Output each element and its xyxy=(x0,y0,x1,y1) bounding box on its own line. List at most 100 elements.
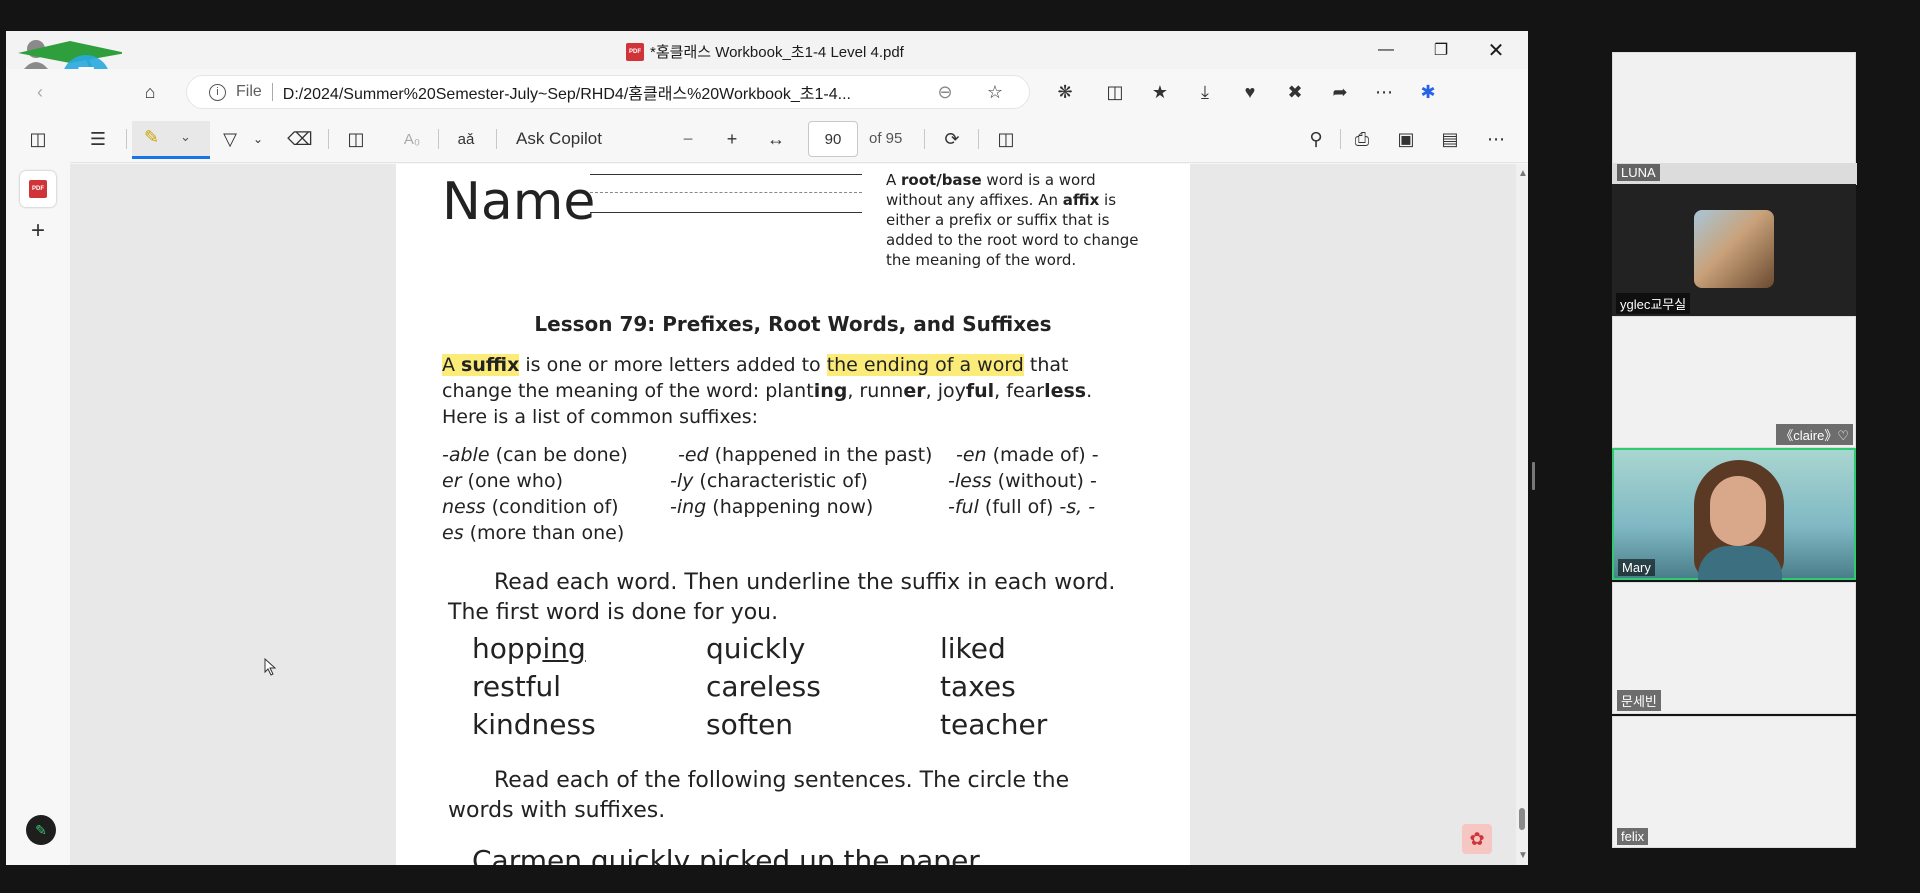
instruction-underline: Read each word. Then underline the suffi… xyxy=(448,570,1116,625)
page-view-icon[interactable]: ◫ xyxy=(992,125,1020,153)
print-icon[interactable]: ⎙ xyxy=(1348,125,1376,153)
url-bar[interactable]: i File D:/2024/Summer%20Semester-July~Se… xyxy=(186,75,1030,109)
suffix-meaning: (one who) xyxy=(461,470,563,492)
suffix-item: -ly xyxy=(670,470,694,492)
mouse-cursor-icon xyxy=(264,658,277,676)
suffix-meaning: (full of) xyxy=(978,496,1060,518)
draw-options-chevron-icon[interactable]: ⌄ xyxy=(244,125,272,153)
participant-tile[interactable]: LUNA xyxy=(1612,52,1857,185)
contents-list-icon[interactable]: ☰ xyxy=(84,125,112,153)
vertical-scrollbar[interactable]: ▲ ▼ xyxy=(1516,164,1528,865)
browser-essentials-icon[interactable]: ♥ xyxy=(1236,78,1264,106)
definition-text: A root/base word is a word without any a… xyxy=(886,170,1152,270)
text-box-icon[interactable]: ◫ xyxy=(342,125,370,153)
panel-resize-handle[interactable] xyxy=(1532,462,1535,490)
rotate-icon[interactable]: ⟳ xyxy=(938,125,966,153)
save-icon[interactable]: ▣ xyxy=(1392,125,1420,153)
name-line-dashed xyxy=(590,192,862,193)
address-bar-row: ‹ ⌂ i File D:/2024/Summer%20Semester-Jul… xyxy=(6,69,1528,115)
close-button[interactable]: ✕ xyxy=(1482,37,1510,63)
participant-video-face xyxy=(1710,476,1766,546)
extensions-icon[interactable]: ❋ xyxy=(1051,78,1079,106)
suffix-meaning: (condition of) xyxy=(485,496,619,518)
ask-copilot-button[interactable]: Ask Copilot xyxy=(516,129,602,149)
participant-tile[interactable]: 《claire》♡ xyxy=(1612,316,1856,448)
more-options-icon[interactable]: ⋯ xyxy=(1370,78,1398,106)
translate-icon[interactable]: aǎ xyxy=(452,125,480,153)
acrobat-icon[interactable]: ✿ xyxy=(1462,824,1492,854)
split-screen-icon[interactable]: ◫ xyxy=(1101,78,1129,106)
suffix-meaning: (happening now) xyxy=(706,496,874,518)
share-icon[interactable]: ➦ xyxy=(1326,78,1354,106)
screenshot-icon[interactable]: ✖ xyxy=(1281,78,1309,106)
zoom-out-icon[interactable]: ⊖ xyxy=(931,78,959,106)
suffix-item: es xyxy=(442,522,464,544)
definition-term-root: root/base xyxy=(901,171,982,189)
word-row: kindness soften teacher xyxy=(472,706,1112,744)
read-aloud-icon[interactable]: A₀ xyxy=(398,125,426,153)
participant-tile[interactable]: felix xyxy=(1612,716,1856,848)
title-bar: E PDF *홈클래스 Workbook_초1-4 Level 4.pdf — … xyxy=(6,31,1528,103)
downloads-icon[interactable]: ⤓ xyxy=(1191,78,1219,106)
highlight-tool-button[interactable]: ✎ ⌄ xyxy=(132,121,210,159)
toolbar-divider xyxy=(328,129,329,149)
tab-title: *홈클래스 Workbook_초1-4 Level 4.pdf xyxy=(650,44,904,61)
word-item: taxes xyxy=(940,670,1016,703)
intro-paragraph: A suffix is one or more letters added to… xyxy=(442,352,1142,430)
word-item: quickly xyxy=(706,632,806,665)
page-number-input[interactable]: 90 xyxy=(808,121,858,157)
pdf-more-options-icon[interactable]: ⋯ xyxy=(1482,125,1510,153)
suffix-item: -ing xyxy=(670,496,707,518)
participant-tile[interactable]: 문세빈 xyxy=(1612,582,1856,714)
pdf-tab-icon[interactable]: PDF xyxy=(20,171,56,207)
name-label: Name xyxy=(442,172,596,232)
example-suffix: ing xyxy=(813,380,848,402)
url-text[interactable]: D:/2024/Summer%20Semester-July~Sep/RHD4/… xyxy=(283,80,851,104)
info-icon[interactable]: i xyxy=(209,83,226,101)
video-participants-panel: LUNA yglec교무실 《claire》♡ Mary 문세빈 felix xyxy=(1612,50,1857,850)
zoom-in-button[interactable]: + xyxy=(718,125,746,153)
suffix-meaning: (happened in the past) xyxy=(708,444,933,466)
participant-tile[interactable]: yglec교무실 xyxy=(1612,184,1856,316)
suffix-item: er xyxy=(442,470,462,492)
scroll-up-icon[interactable]: ▲ xyxy=(1518,168,1528,179)
participant-tile-active[interactable]: Mary xyxy=(1612,448,1856,580)
edit-pen-icon[interactable]: ✎ xyxy=(26,815,56,845)
new-tab-plus-icon[interactable]: + xyxy=(24,217,52,245)
underlined-suffix: ing xyxy=(542,632,586,665)
toolbar-divider xyxy=(496,129,497,149)
participant-video-shoulders xyxy=(1698,546,1782,580)
suffix-item: -s, - xyxy=(1059,496,1096,518)
toolbar-divider xyxy=(438,129,439,149)
draw-icon[interactable]: ▽ xyxy=(216,125,244,153)
restore-button[interactable]: ❐ xyxy=(1427,37,1455,63)
minimize-button[interactable]: — xyxy=(1372,37,1400,63)
lesson-title: Lesson 79: Prefixes, Root Words, and Suf… xyxy=(534,312,1052,336)
zoom-out-button[interactable]: − xyxy=(674,125,702,153)
scroll-down-icon[interactable]: ▼ xyxy=(1518,850,1528,861)
scrollbar-thumb[interactable] xyxy=(1519,808,1525,830)
pdf-viewer[interactable]: Name A root/base word is a word without … xyxy=(70,164,1516,865)
participant-name: felix xyxy=(1617,828,1649,845)
word-item: teacher xyxy=(940,708,1048,741)
suffix-item: -en xyxy=(956,444,987,466)
eraser-icon[interactable]: ⌫ xyxy=(286,125,314,153)
intro-text: , joy xyxy=(925,380,966,402)
word-item: hopping xyxy=(472,630,586,668)
save-as-icon[interactable]: ▤ xyxy=(1436,125,1464,153)
home-icon[interactable]: ⌂ xyxy=(136,78,164,106)
favorites-icon[interactable]: ★ xyxy=(1146,78,1174,106)
name-line-top xyxy=(590,174,862,175)
participant-name: yglec교무실 xyxy=(1616,293,1691,314)
word-grid: hopping quickly liked restful careless t… xyxy=(472,630,1112,744)
highlighted-phrase: the ending of a word xyxy=(826,354,1024,376)
copilot-icon[interactable]: ✱ xyxy=(1414,78,1442,106)
avatar xyxy=(1694,210,1774,288)
definition-term-affix: affix xyxy=(1062,191,1100,209)
favorite-star-icon[interactable]: ☆ xyxy=(981,78,1009,106)
fit-page-icon[interactable]: ↔ xyxy=(762,125,790,153)
back-icon[interactable]: ‹ xyxy=(26,78,54,106)
search-icon[interactable]: ⚲ xyxy=(1302,125,1330,153)
tab-actions-icon[interactable]: ◫ xyxy=(24,125,52,153)
chevron-down-icon: ⌄ xyxy=(180,129,191,144)
